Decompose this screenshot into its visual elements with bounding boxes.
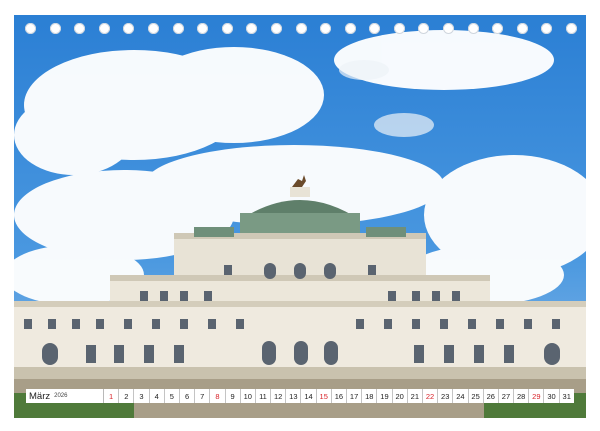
- day-cell: 25: [469, 389, 484, 403]
- spiral-binding: [14, 23, 586, 41]
- day-cell: 28: [514, 389, 530, 403]
- day-cell: 11: [256, 389, 272, 403]
- binding-hole: [516, 23, 528, 34]
- binding-hole: [246, 23, 258, 34]
- day-cell: 19: [377, 389, 393, 403]
- day-cell: 2: [119, 389, 135, 403]
- binding-hole: [541, 23, 553, 34]
- binding-hole: [566, 23, 577, 34]
- binding-hole: [270, 23, 282, 34]
- binding-hole: [74, 23, 86, 34]
- day-cell: 20: [393, 389, 408, 403]
- month-label: März 2026: [26, 389, 104, 403]
- day-cell: 24: [453, 389, 469, 403]
- day-cell: 4: [150, 389, 165, 403]
- binding-hole: [49, 23, 61, 34]
- day-cell: 10: [241, 389, 256, 403]
- binding-hole: [172, 23, 184, 34]
- day-cell: 5: [165, 389, 180, 403]
- day-cell: 8: [210, 389, 226, 403]
- binding-hole: [98, 23, 110, 34]
- day-cell: 9: [226, 389, 241, 403]
- day-cell: 31: [562, 391, 571, 401]
- binding-hole: [344, 23, 356, 34]
- day-cell: 16: [332, 389, 347, 403]
- day-cell: 27: [499, 389, 515, 403]
- day-cell: 3: [134, 389, 150, 403]
- month-year: 2026: [54, 393, 68, 399]
- binding-hole: [123, 23, 135, 34]
- day-cell: 6: [180, 389, 196, 403]
- day-cell: 13: [286, 389, 302, 403]
- day-cell: 29: [529, 389, 545, 403]
- palace-photo: [14, 15, 586, 418]
- day-cell: 26: [484, 389, 499, 403]
- palace-illustration: [14, 15, 586, 418]
- binding-hole: [492, 23, 504, 34]
- day-cell: 17: [347, 389, 363, 403]
- day-cell: 14: [301, 389, 317, 403]
- day-cell: 30: [544, 389, 560, 403]
- binding-hole: [320, 23, 332, 34]
- day-cell: 22: [423, 389, 439, 403]
- binding-hole: [443, 23, 455, 34]
- binding-hole: [418, 23, 430, 34]
- binding-hole: [221, 23, 233, 34]
- day-cell: 18: [362, 389, 378, 403]
- day-cell: 12: [271, 389, 287, 403]
- binding-hole: [393, 23, 405, 34]
- day-cell: 15: [317, 389, 332, 403]
- day-cell: 1: [104, 389, 120, 403]
- calendar-strip: März 2026 1 2 3 4 5 6 7 8 9 10 11 12 13 14 15 16 17 18 19 2…: [26, 389, 574, 403]
- binding-hole: [147, 23, 159, 34]
- day-cell: 21: [408, 389, 423, 403]
- binding-hole: [467, 23, 479, 34]
- binding-hole: [197, 23, 209, 34]
- day-cells: 1 2 3 4 5 6 7 8 9 10 11 12 13 14 15 16 17 18 19 20 21 22 23 24 2…: [104, 389, 574, 403]
- day-cell: 7: [195, 389, 211, 403]
- binding-hole: [25, 23, 36, 34]
- month-name: März: [29, 390, 51, 402]
- binding-hole: [295, 23, 307, 34]
- calendar-page: März 2026 1 2 3 4 5 6 7 8 9 10 11 12 13 14 15 16 17 18 19 2…: [0, 0, 600, 431]
- day-cell: 23: [438, 389, 454, 403]
- binding-hole: [369, 23, 381, 34]
